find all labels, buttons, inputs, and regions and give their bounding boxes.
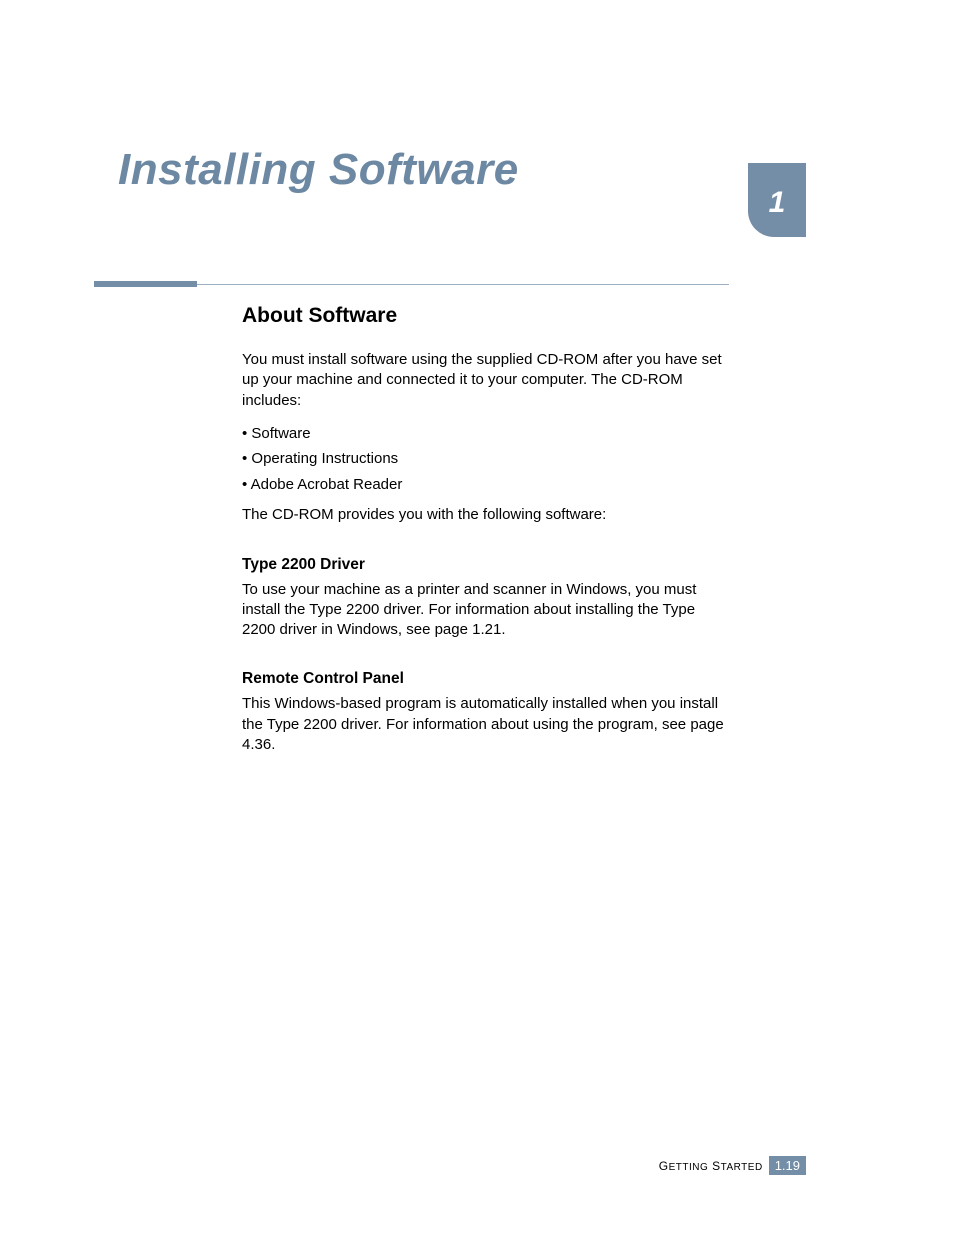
subsection-body: This Windows-based program is automatica… bbox=[242, 694, 732, 755]
chapter-tab: 1 bbox=[748, 163, 806, 237]
chapter-number: 1 bbox=[769, 186, 786, 220]
page-title: Installing Software bbox=[118, 145, 519, 195]
after-bullets-paragraph: The CD-ROM provides you with the followi… bbox=[242, 505, 732, 525]
subsection-heading: Remote Control Panel bbox=[242, 670, 732, 688]
list-item: • Adobe Acrobat Reader bbox=[242, 472, 732, 498]
footer-section-label: GETTING STARTED bbox=[659, 1159, 763, 1173]
subsection-body: To use your machine as a printer and sca… bbox=[242, 580, 732, 641]
list-item: • Software bbox=[242, 421, 732, 447]
subsection-heading: Type 2200 Driver bbox=[242, 556, 732, 574]
footer-page-number: 1.19 bbox=[769, 1156, 806, 1175]
bullet-list: • Software • Operating Instructions • Ad… bbox=[242, 421, 732, 498]
subsection-driver: Type 2200 Driver To use your machine as … bbox=[242, 556, 732, 641]
section-heading: About Software bbox=[242, 304, 732, 328]
subsection-remote-control: Remote Control Panel This Windows-based … bbox=[242, 670, 732, 755]
list-item: • Operating Instructions bbox=[242, 446, 732, 472]
intro-paragraph: You must install software using the supp… bbox=[242, 350, 732, 411]
page-footer: GETTING STARTED 1.19 bbox=[659, 1156, 806, 1175]
section-divider bbox=[94, 284, 729, 285]
content-area: About Software You must install software… bbox=[242, 304, 732, 765]
